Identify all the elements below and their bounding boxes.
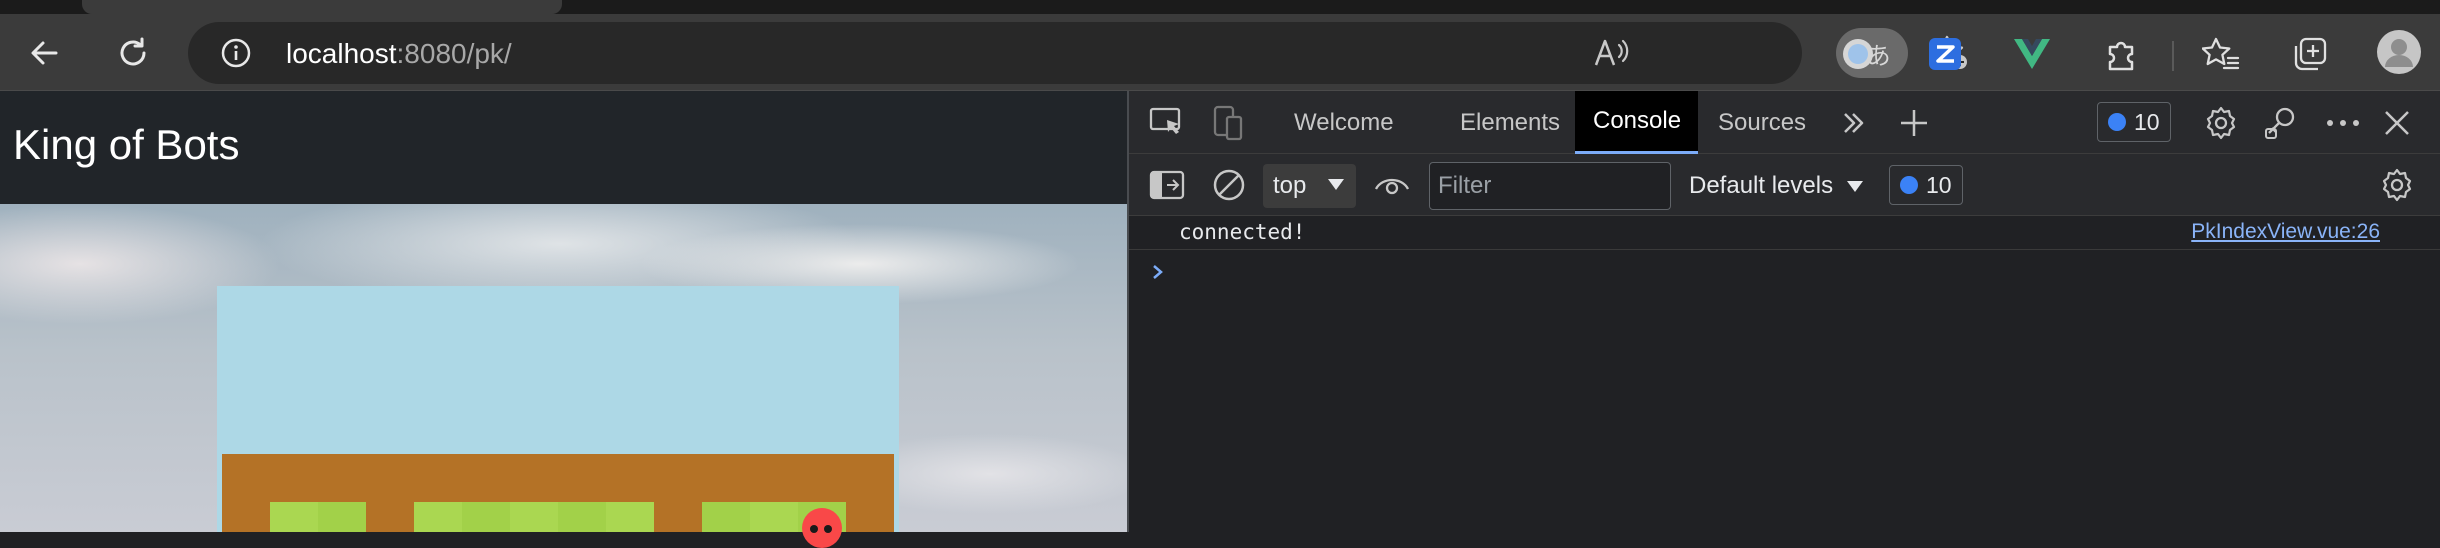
gear-icon — [2382, 168, 2412, 202]
tab-elements[interactable]: Elements — [1442, 91, 1578, 154]
more-tabs-button[interactable] — [1834, 103, 1874, 143]
more-options-button[interactable] — [2323, 103, 2363, 143]
vue-devtools-button[interactable] — [2012, 34, 2052, 74]
devtools-panel: Welcome Elements Console Sources 10 top … — [1127, 91, 2440, 532]
extension-z-button[interactable] — [1925, 34, 1965, 74]
url-host: localhost — [286, 38, 397, 69]
issues-badge[interactable]: 10 — [2097, 102, 2171, 142]
close-icon — [2385, 111, 2409, 135]
messages-badge[interactable]: 10 — [1889, 165, 1963, 205]
profile-avatar-icon — [2377, 30, 2421, 74]
refresh-button[interactable] — [105, 25, 161, 81]
console-message-text: connected! — [1179, 220, 1306, 244]
message-icon — [1900, 176, 1918, 194]
map-cell — [606, 502, 654, 532]
gear-icon — [2206, 106, 2236, 140]
puzzle-icon — [2108, 41, 2134, 71]
tab-sources[interactable]: Sources — [1700, 91, 1824, 154]
navbar: King of Bots — [0, 91, 1127, 204]
console-toolbar: top Default levels 10 — [1129, 154, 2440, 216]
map-cell — [750, 502, 798, 532]
context-selector[interactable]: top — [1263, 164, 1356, 208]
back-arrow-icon — [31, 41, 58, 65]
sidebar-icon — [1149, 170, 1185, 200]
tab-strip — [0, 0, 2440, 14]
profile-button[interactable] — [2376, 29, 2422, 75]
chevron-right-icon — [1153, 265, 1163, 279]
snake-head — [802, 508, 842, 548]
url-path: :8080/pk/ — [396, 38, 512, 69]
url-text[interactable]: localhost:8080/pk/ — [286, 38, 512, 70]
map-cell — [270, 502, 318, 532]
inspect-icon — [1149, 107, 1181, 134]
map-cell — [462, 502, 510, 532]
zotero-extension-icon — [1929, 38, 1961, 70]
connect-device-button[interactable] — [2261, 103, 2301, 143]
collections-button[interactable] — [2290, 34, 2330, 74]
console-message-row: connected! PkIndexView.vue:26 — [1129, 216, 2440, 250]
device-emulation-button[interactable] — [1209, 103, 1249, 143]
devtools-tabbar: Welcome Elements Console Sources 10 — [1129, 91, 2440, 154]
log-levels-label: Default levels — [1689, 172, 1834, 199]
console-source-link[interactable]: PkIndexView.vue:26 — [2191, 220, 2380, 244]
tab-console[interactable]: Console — [1575, 91, 1698, 154]
ellipsis-icon — [2327, 120, 2359, 126]
favorites-icon — [2202, 37, 2240, 70]
vue-logo-icon — [2014, 39, 2050, 69]
live-expression-button[interactable] — [1372, 165, 1412, 205]
add-tab-button[interactable] — [1894, 103, 1934, 143]
chevron-double-right-icon — [1844, 113, 1864, 133]
extensions-button[interactable] — [2102, 34, 2142, 74]
map-cell — [558, 502, 606, 532]
navbar-brand[interactable]: King of Bots — [13, 121, 239, 169]
filter-input[interactable] — [1429, 162, 1671, 210]
toggle-sidebar-button[interactable] — [1147, 165, 1187, 205]
active-browser-tab[interactable] — [82, 0, 562, 14]
context-label: top — [1273, 172, 1307, 199]
extension-circle-icon — [1843, 39, 1873, 69]
message-icon — [2108, 113, 2126, 131]
clear-icon — [1213, 169, 1245, 201]
console-prompt[interactable] — [1149, 261, 1169, 291]
remote-devices-icon — [2265, 107, 2295, 139]
toolbar-divider — [2172, 41, 2174, 71]
inspect-element-button[interactable] — [1147, 103, 1187, 143]
browser-toolbar: localhost:8080/pk/ aあ — [0, 14, 2440, 91]
map-cell — [510, 502, 558, 532]
map-cell — [414, 502, 462, 532]
caret-down-icon — [1328, 179, 1344, 190]
issues-count: 10 — [2134, 108, 2160, 135]
device-toolbar-icon — [1213, 105, 1243, 141]
messages-count: 10 — [1926, 171, 1952, 198]
map-cell — [702, 502, 750, 532]
collections-icon — [2294, 37, 2327, 71]
refresh-icon — [120, 37, 146, 66]
console-settings-button[interactable] — [2377, 165, 2417, 205]
close-devtools-button[interactable] — [2377, 103, 2417, 143]
extension-circle-button[interactable] — [1838, 34, 1878, 74]
address-bar[interactable]: localhost:8080/pk/ aあ — [188, 22, 1967, 84]
plus-icon — [1901, 110, 1927, 136]
tab-welcome[interactable]: Welcome — [1276, 91, 1412, 154]
log-levels-dropdown[interactable]: Default levels — [1689, 164, 1864, 208]
caret-down-icon — [1847, 180, 1864, 192]
read-aloud-button[interactable] — [1590, 33, 1634, 73]
read-aloud-icon — [1594, 39, 1629, 66]
back-button[interactable] — [16, 25, 72, 81]
site-info-icon[interactable] — [220, 37, 252, 69]
map-cell — [318, 502, 366, 532]
favorites-button[interactable] — [2201, 34, 2241, 74]
clear-console-button[interactable] — [1209, 165, 1249, 205]
eye-icon — [1374, 178, 1410, 195]
devtools-settings-button[interactable] — [2201, 103, 2241, 143]
